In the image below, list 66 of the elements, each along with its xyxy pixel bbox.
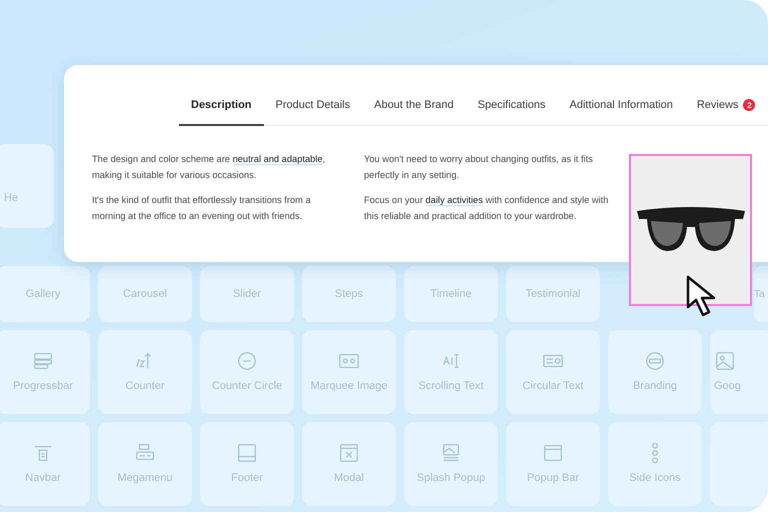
widget-tile[interactable]: Carousel [98,266,192,322]
tile-label: Marquee Image [310,380,388,392]
tile-label: Circular Text [522,380,584,392]
widget-tile[interactable]: Steps [302,266,396,322]
widget-tile[interactable]: Progressbar [0,330,90,414]
widget-icon [651,442,659,464]
tab[interactable]: Specifications [466,87,558,126]
widget-icon [644,350,666,372]
widget-tile[interactable]: Modal [302,422,396,506]
tile-label: Gallery [26,288,60,300]
widget-tile[interactable]: Ta [754,266,768,322]
tile-label: Modal [334,472,364,484]
tile-label: Slider [232,288,262,300]
widget-tile[interactable]: Megamenu [98,422,192,506]
widget-tile[interactable]: Navbar [0,422,90,506]
widget-tile[interactable]: Gallery [0,266,90,322]
description-paragraph: It's the kind of outfit that effortlessly transitions from a morning at the office to an evening out with friends. [92,194,312,223]
tile-label: Splash Popup [416,472,486,484]
tile-label: Footer [231,472,263,484]
description-paragraph: Focus on your daily activities with confidence and style with this reliable and practical addition to your wardrobe. [364,194,610,223]
widget-icon [236,442,258,464]
widget-tile[interactable]: Counter Circle [200,330,294,414]
widget-icon [236,350,258,372]
widget-tile[interactable]: Counter [98,330,192,414]
widget-icon [440,442,462,464]
widget-tile[interactable]: Marquee Image [302,330,396,414]
tab[interactable]: Reviews 2 [684,87,768,126]
widget-tile[interactable]: Branding [608,330,702,414]
tab[interactable]: Adittional Information [558,87,685,126]
tile-label: Timeline [430,288,472,300]
widget-tile[interactable]: Testimonial [506,266,600,322]
tile-label: Carousel [122,288,168,300]
widget-tile[interactable]: Popup Bar [506,422,600,506]
widget-tile[interactable]: Timeline [404,266,498,322]
description-paragraph: You won't need to worry about changing outfits, as it fits perfectly in any setting. [364,153,594,182]
widget-tile[interactable]: He [0,144,54,228]
tile-label: Popup Bar [527,472,579,484]
widget-tile[interactable]: Circular Text [506,330,600,414]
widget-tile[interactable] [710,422,768,506]
widget-icon [714,350,736,372]
widget-icon [32,350,54,372]
tile-label: Navbar [25,472,61,484]
tile-label: Testimonial [525,288,581,300]
widget-tile[interactable]: Slider [200,266,294,322]
tile-label: Steps [334,288,364,300]
widget-tile[interactable]: Side Icons [608,422,702,506]
widget-tile[interactable]: Goog [710,330,768,414]
widget-icon [338,442,360,464]
tile-label: Branding [632,380,678,392]
widget-tile[interactable]: Splash Popup [404,422,498,506]
tile-label: Scrolling Text [418,380,484,392]
tab[interactable]: Product Details [264,87,362,126]
description-paragraph: The design and color scheme are neutral and adaptable, making it suitable for various occasions. [92,153,326,182]
tile-label: Ta [754,288,765,300]
tab[interactable]: About the Brand [362,87,466,126]
tile-label: Counter [125,380,165,392]
tile-label: Progressbar [13,380,73,392]
widget-tile[interactable]: Scrolling Text [404,330,498,414]
widget-icon [542,442,564,464]
tile-label: He [4,192,18,204]
tile-label: Megamenu [117,472,173,484]
tile-label: Side Icons [629,472,681,484]
tab[interactable]: Description [179,87,264,126]
tile-label: Goog [714,380,741,392]
widget-tile[interactable]: Footer [200,422,294,506]
tile-label: Counter Circle [212,380,282,392]
